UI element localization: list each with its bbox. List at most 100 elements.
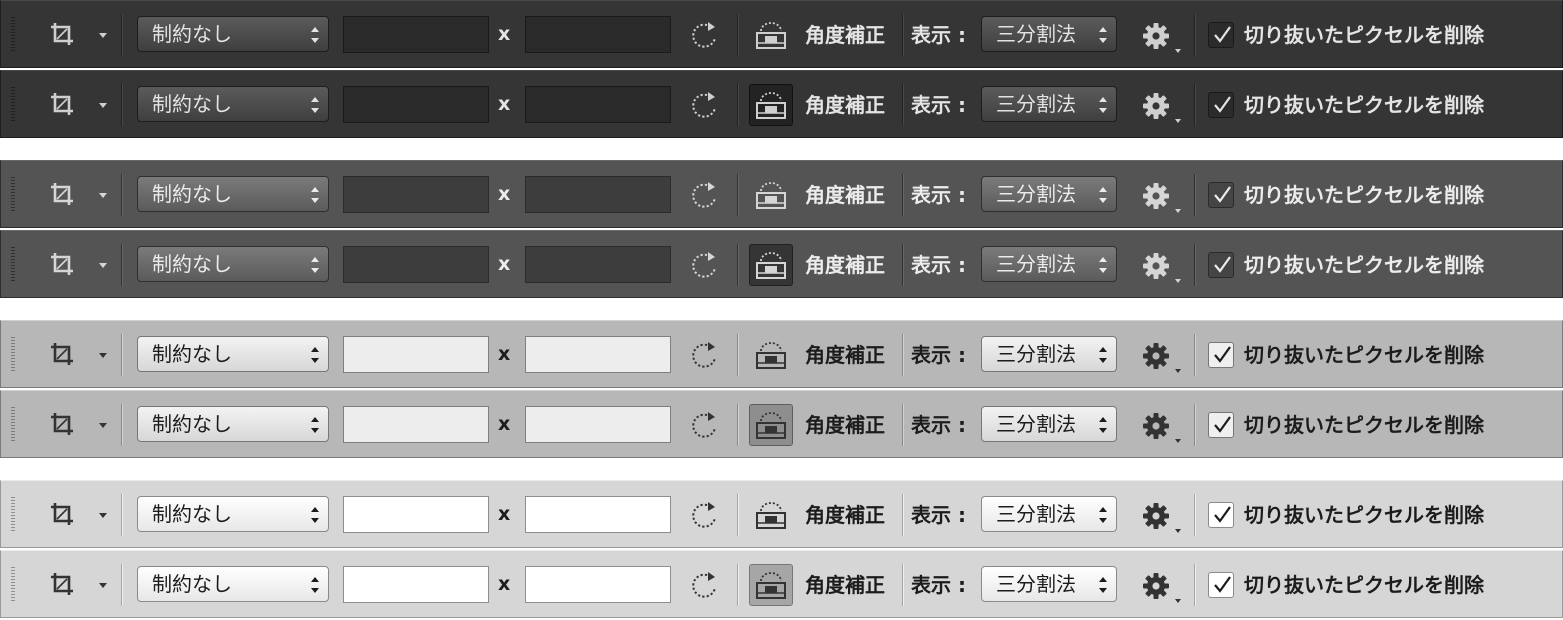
overlay-dropdown[interactable]: 三分割法 (981, 176, 1117, 212)
toolbar-grip[interactable] (11, 17, 15, 53)
delete-cropped-checkbox[interactable] (1208, 412, 1234, 438)
height-input[interactable] (525, 566, 671, 603)
separator (737, 14, 738, 56)
height-input[interactable] (525, 86, 671, 123)
toolbar-grip[interactable] (11, 407, 15, 443)
settings-chevron-icon[interactable] (1175, 119, 1181, 123)
crop-tool-icon[interactable] (48, 180, 76, 208)
crop-tool-icon[interactable] (48, 570, 76, 598)
gear-icon[interactable] (1141, 501, 1171, 531)
settings-chevron-icon[interactable] (1175, 369, 1181, 373)
tool-preset-chevron-icon[interactable] (99, 193, 107, 198)
overlay-dropdown[interactable]: 三分割法 (981, 246, 1117, 282)
height-input[interactable] (525, 406, 671, 443)
gear-icon[interactable] (1141, 411, 1171, 441)
gear-icon[interactable] (1141, 341, 1171, 371)
width-input[interactable] (343, 496, 489, 533)
dimension-separator: x (498, 93, 511, 115)
aspect-ratio-dropdown[interactable]: 制約なし (137, 16, 329, 52)
swap-rotate-icon[interactable] (689, 90, 721, 122)
gear-icon[interactable] (1141, 21, 1171, 51)
height-input[interactable] (525, 16, 671, 53)
toolbar-grip[interactable] (11, 247, 15, 283)
tool-preset-chevron-icon[interactable] (99, 583, 107, 588)
straighten-button[interactable] (749, 494, 793, 536)
width-input[interactable] (343, 566, 489, 603)
overlay-dropdown[interactable]: 三分割法 (981, 86, 1117, 122)
straighten-button[interactable] (749, 14, 793, 56)
aspect-ratio-dropdown[interactable]: 制約なし (137, 406, 329, 442)
toolbar-grip[interactable] (11, 177, 15, 213)
crop-tool-icon[interactable] (48, 250, 76, 278)
swap-rotate-icon[interactable] (689, 410, 721, 442)
overlay-dropdown[interactable]: 三分割法 (981, 336, 1117, 372)
gear-icon[interactable] (1141, 91, 1171, 121)
swap-rotate-icon[interactable] (689, 250, 721, 282)
tool-preset-chevron-icon[interactable] (99, 423, 107, 428)
settings-chevron-icon[interactable] (1175, 279, 1181, 283)
straighten-button[interactable] (749, 404, 793, 446)
overlay-dropdown[interactable]: 三分割法 (981, 496, 1117, 532)
straighten-button[interactable] (749, 244, 793, 286)
aspect-ratio-dropdown[interactable]: 制約なし (137, 176, 329, 212)
settings-chevron-icon[interactable] (1175, 49, 1181, 53)
width-input[interactable] (343, 406, 489, 443)
toolbar-grip[interactable] (11, 567, 15, 603)
aspect-ratio-dropdown[interactable]: 制約なし (137, 246, 329, 282)
straighten-button[interactable] (749, 174, 793, 216)
straighten-button[interactable] (749, 334, 793, 376)
height-input[interactable] (525, 496, 671, 533)
crop-tool-icon[interactable] (48, 410, 76, 438)
toolbar-grip[interactable] (11, 497, 15, 533)
crop-tool-icon[interactable] (48, 20, 76, 48)
width-input[interactable] (343, 176, 489, 213)
delete-cropped-checkbox[interactable] (1208, 252, 1234, 278)
swap-rotate-icon[interactable] (689, 500, 721, 532)
tool-preset-chevron-icon[interactable] (99, 263, 107, 268)
delete-cropped-checkbox[interactable] (1208, 182, 1234, 208)
delete-cropped-checkbox[interactable] (1208, 502, 1234, 528)
width-input[interactable] (343, 336, 489, 373)
delete-cropped-checkbox[interactable] (1208, 342, 1234, 368)
delete-cropped-checkbox[interactable] (1208, 572, 1234, 598)
crop-tool-icon[interactable] (48, 340, 76, 368)
delete-cropped-checkbox[interactable] (1208, 22, 1234, 48)
swap-rotate-icon[interactable] (689, 20, 721, 52)
checkmark-icon (1214, 96, 1231, 113)
aspect-ratio-dropdown[interactable]: 制約なし (137, 336, 329, 372)
width-input[interactable] (343, 246, 489, 283)
tool-preset-chevron-icon[interactable] (99, 33, 107, 38)
height-input[interactable] (525, 246, 671, 283)
tool-preset-chevron-icon[interactable] (99, 103, 107, 108)
toolbar-grip[interactable] (11, 337, 15, 373)
updown-arrows-icon (310, 507, 320, 523)
gear-icon[interactable] (1141, 251, 1171, 281)
height-input[interactable] (525, 336, 671, 373)
toolbar-grip[interactable] (11, 87, 15, 123)
settings-chevron-icon[interactable] (1175, 529, 1181, 533)
overlay-dropdown[interactable]: 三分割法 (981, 16, 1117, 52)
settings-chevron-icon[interactable] (1175, 599, 1181, 603)
tool-preset-chevron-icon[interactable] (99, 513, 107, 518)
swap-rotate-icon[interactable] (689, 180, 721, 212)
height-input[interactable] (525, 176, 671, 213)
aspect-ratio-dropdown[interactable]: 制約なし (137, 566, 329, 602)
delete-cropped-checkbox[interactable] (1208, 92, 1234, 118)
settings-chevron-icon[interactable] (1175, 209, 1181, 213)
straighten-button[interactable] (749, 564, 793, 606)
gear-icon[interactable] (1141, 181, 1171, 211)
width-input[interactable] (343, 86, 489, 123)
settings-chevron-icon[interactable] (1175, 439, 1181, 443)
straighten-button[interactable] (749, 84, 793, 126)
crop-tool-icon[interactable] (48, 500, 76, 528)
aspect-ratio-dropdown[interactable]: 制約なし (137, 496, 329, 532)
overlay-dropdown[interactable]: 三分割法 (981, 566, 1117, 602)
gear-icon[interactable] (1141, 571, 1171, 601)
aspect-ratio-dropdown[interactable]: 制約なし (137, 86, 329, 122)
overlay-dropdown[interactable]: 三分割法 (981, 406, 1117, 442)
width-input[interactable] (343, 16, 489, 53)
crop-tool-icon[interactable] (48, 90, 76, 118)
swap-rotate-icon[interactable] (689, 340, 721, 372)
swap-rotate-icon[interactable] (689, 570, 721, 602)
tool-preset-chevron-icon[interactable] (99, 353, 107, 358)
